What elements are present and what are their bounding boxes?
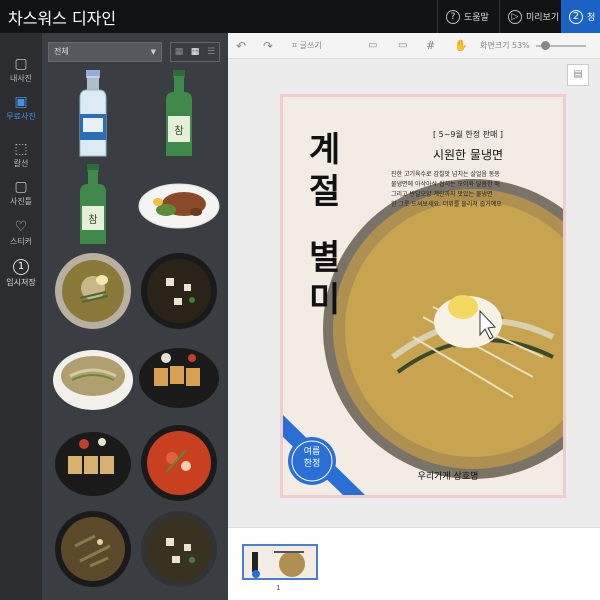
- heart-icon: ♡: [14, 219, 28, 235]
- tagline: [ 5~9월 한정 판매 ]: [432, 130, 504, 139]
- asset-tofu-plate-2[interactable]: [50, 420, 136, 506]
- text-tool-icon: ⌗: [292, 41, 298, 51]
- free-photo-icon: ▣: [14, 94, 28, 110]
- nav-label: 무료사진: [6, 112, 36, 121]
- asset-noodle-bowl-1[interactable]: [50, 248, 136, 334]
- headline: 시원한 물냉면: [432, 148, 504, 162]
- nav-label: 칼선: [13, 159, 29, 168]
- app-title: 차스워스 디자인: [8, 9, 117, 28]
- noodle-bowl-image: [55, 253, 131, 329]
- asset-panel: 전체 ▼ ▦ ▦ ☰ 참 참: [42, 33, 228, 600]
- nav-label: 스티커: [9, 237, 33, 246]
- asset-tofu-plate-1[interactable]: [136, 334, 222, 420]
- grid-large-icon[interactable]: ▦: [187, 43, 203, 61]
- nav-label: 내사진: [9, 74, 33, 83]
- page-thumbnail-preview: [252, 551, 305, 578]
- noodle-bowl-image: [53, 350, 133, 410]
- asset-noodle-bowl-2[interactable]: [50, 334, 136, 420]
- cut-line-icon: ⬚: [14, 141, 28, 157]
- nav-sticker[interactable]: ♡ 스티커: [0, 216, 42, 256]
- step-number: 2: [569, 9, 583, 24]
- image-icon[interactable]: ▭: [398, 38, 407, 54]
- text-tool-label: 글쓰기: [299, 41, 322, 50]
- svg-text:참: 참: [88, 214, 97, 226]
- badge-line: 한정: [303, 459, 321, 469]
- preview-button[interactable]: ▷ 미리보기: [499, 0, 561, 33]
- view-toggle: ▦ ▦ ☰: [170, 42, 220, 62]
- page-panel-icon[interactable]: ▤: [567, 64, 589, 86]
- zoom-label: 화면크기 53%: [480, 41, 530, 50]
- help-button[interactable]: ? 도움말: [437, 0, 499, 33]
- redo-icon[interactable]: ↷: [263, 38, 273, 54]
- vertical-title-1: 계절: [309, 130, 341, 212]
- nav-label: 사진틀: [9, 197, 33, 206]
- badge-line: 여름: [303, 447, 321, 457]
- canvas-area: ↶ ↷ ⌗ 글쓰기 ▭ ▭ # ✋ 화면크기 53% ▤ 계절 별미 [5~9…: [228, 33, 600, 600]
- camera-icon: ▢: [14, 56, 28, 72]
- description: 진한 고기육수로 감칠맛 넘치는 살얼음 동동 물냉면에 아삭아삭 씹히는 오이…: [391, 170, 551, 210]
- question-icon: ?: [446, 9, 460, 24]
- page-thumbnail[interactable]: [242, 544, 318, 580]
- shop-name: 우리가게 상호명: [417, 472, 479, 482]
- vertical-title-2: 별미: [309, 238, 341, 320]
- nav-label: 임시저장: [6, 278, 36, 287]
- green-bottle-image: 참: [80, 164, 106, 244]
- zoom-slider-knob[interactable]: [541, 41, 550, 50]
- step-label: 청: [587, 13, 596, 23]
- asset-green-soju-2[interactable]: 참: [50, 162, 136, 248]
- top-bar: 차스워스 디자인 ? 도움말 ▷ 미리보기 2 청: [0, 0, 600, 33]
- nav-free-photos[interactable]: ▣ 무료사진: [0, 91, 42, 131]
- play-icon: ▷: [508, 9, 522, 24]
- meat-plate-image: [138, 183, 220, 229]
- category-select[interactable]: 전체 ▼: [48, 42, 162, 62]
- desc-line: 한 그릇 드셔보세요. 더위를 물리쳐 줍거예요: [391, 201, 502, 208]
- asset-meat-plate[interactable]: [136, 162, 222, 248]
- help-label: 도움말: [464, 13, 489, 23]
- tofu-plate-image: [139, 348, 219, 408]
- frame-icon: ▢: [14, 179, 28, 195]
- step-2-button[interactable]: 2 청: [561, 0, 600, 33]
- nav-my-photos[interactable]: ▢ 내사진: [0, 53, 42, 93]
- grid-icon[interactable]: #: [426, 38, 435, 54]
- text-format-icon[interactable]: ▭: [368, 38, 377, 54]
- nav-cut-line[interactable]: ⬚ 칼선: [0, 138, 42, 178]
- desc-line: 진한 고기육수로 감칠맛 넘치는 살얼음 동동: [391, 171, 500, 178]
- page-number: 1: [276, 584, 281, 592]
- desc-line: 그리고 반달모양 계란까지 맛있는 물냉면: [391, 191, 493, 198]
- asset-green-soju-1[interactable]: 참: [136, 68, 222, 156]
- asset-stew-bowl[interactable]: [136, 420, 222, 506]
- poster-page[interactable]: 계절 별미 [ 5~9월 한정 판매 ] 시원한 물냉면 진한 고기육수로 감칠…: [280, 94, 566, 498]
- miso-bowl-image: [141, 511, 217, 587]
- hand-icon[interactable]: ✋: [454, 38, 468, 54]
- limited-badge: 여름 한정: [295, 446, 329, 470]
- green-bottle-image: 참: [166, 70, 192, 156]
- chevron-down-icon: ▼: [150, 48, 156, 56]
- preview-label: 미리보기: [526, 13, 560, 23]
- soju-bottle-image: [79, 70, 107, 157]
- left-nav: ▢ 내사진 ▣ 무료사진 ⬚ 칼선 ▢ 사진틀 ♡ 스티커 1 임시저장: [0, 33, 42, 600]
- asset-mixed-bowl[interactable]: [50, 506, 136, 592]
- miso-bowl-image: [141, 253, 217, 329]
- list-icon[interactable]: ☰: [203, 43, 219, 61]
- app-logo[interactable]: 차스워스 디자인: [8, 5, 116, 29]
- nav-temp-save[interactable]: 1 임시저장: [0, 255, 42, 295]
- nav-frame[interactable]: ▢ 사진틀: [0, 176, 42, 216]
- text-tool-button[interactable]: ⌗ 글쓰기: [292, 38, 322, 54]
- grid-small-icon[interactable]: ▦: [171, 43, 187, 61]
- asset-soju-bottle-1[interactable]: [50, 68, 136, 157]
- svg-text:참: 참: [174, 125, 183, 137]
- category-value: 전체: [54, 47, 69, 56]
- editor-toolbar: ↶ ↷ ⌗ 글쓰기 ▭ ▭ # ✋ 화면크기 53%: [228, 33, 600, 59]
- desc-line: 물냉면에 아삭아삭 씹히는 오이와 달콤한 배: [391, 181, 500, 188]
- asset-miso-bowl-1[interactable]: [136, 248, 222, 334]
- page-strip: 1: [228, 527, 600, 600]
- mixed-bowl-image: [55, 511, 131, 587]
- asset-miso-bowl-2[interactable]: [136, 506, 222, 592]
- stew-bowl-image: [141, 425, 217, 501]
- tofu-plate-image: [55, 432, 131, 496]
- undo-icon[interactable]: ↶: [236, 38, 246, 54]
- save-circle-icon: 1: [13, 259, 29, 275]
